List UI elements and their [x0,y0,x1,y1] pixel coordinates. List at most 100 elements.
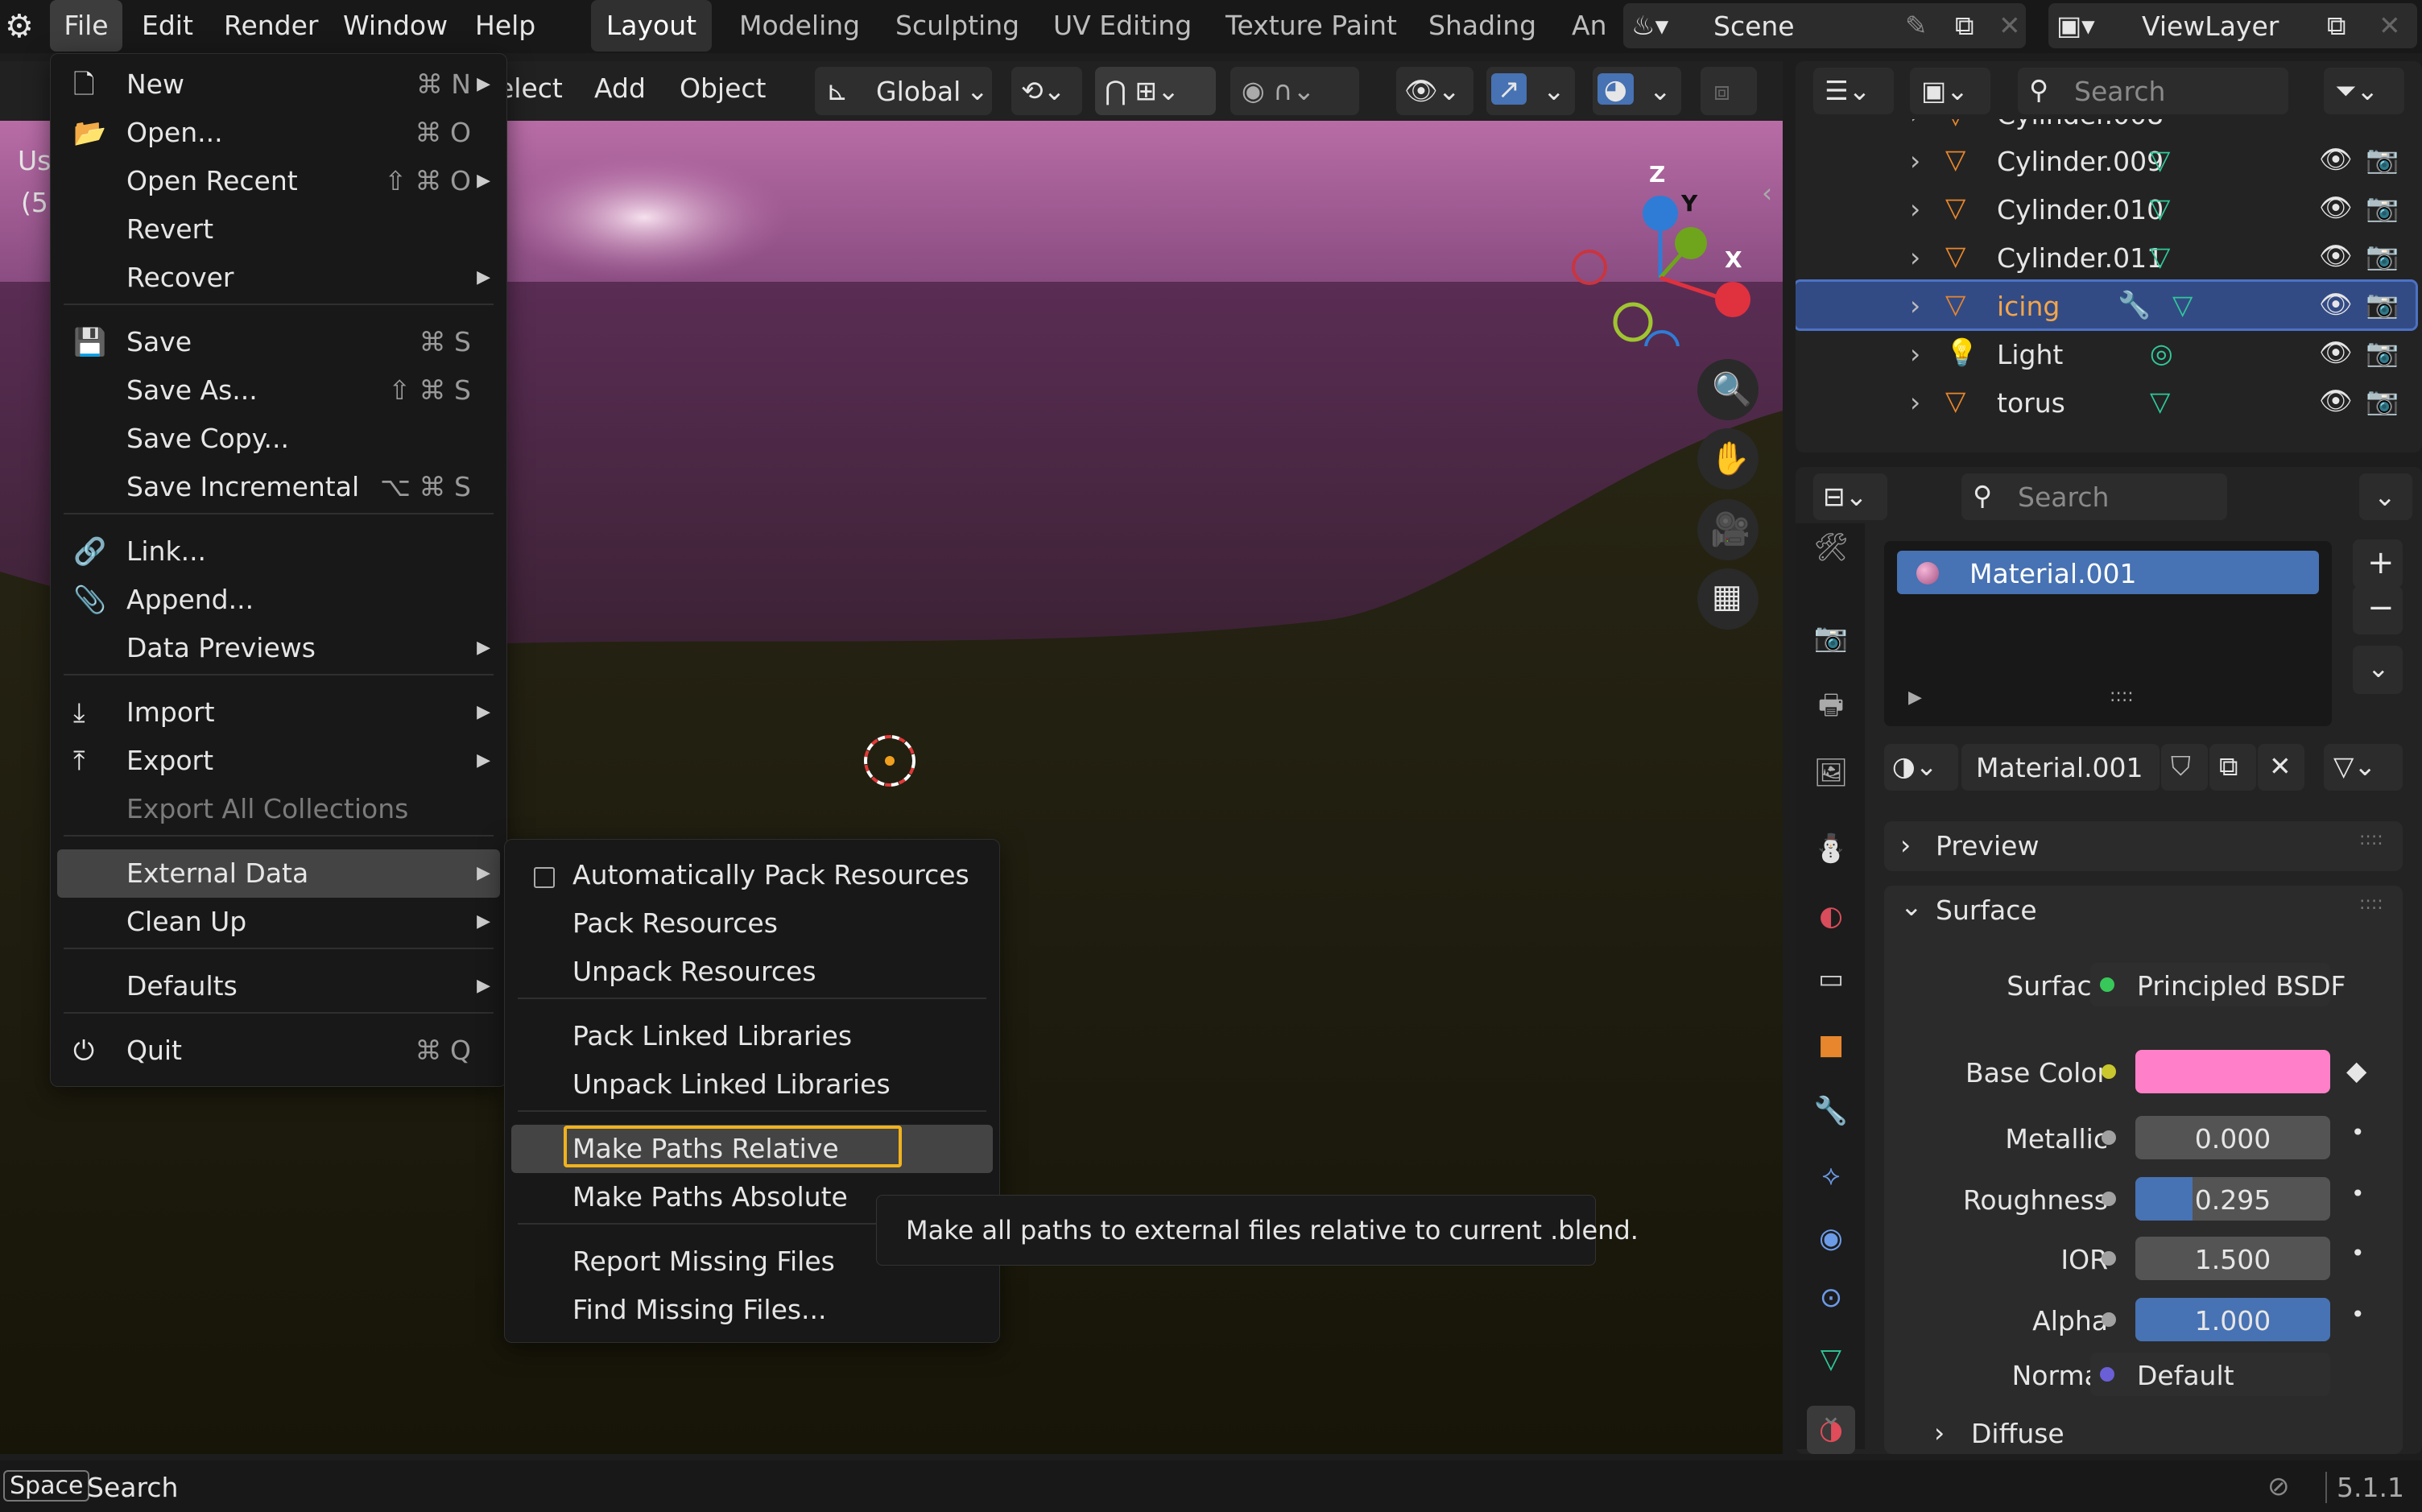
snap-toggle[interactable]: ⋂ ⊞⌄ [1095,67,1216,115]
chevron-right-icon[interactable]: › [1910,338,1920,370]
outliner-row[interactable]: › ▽ torus ▽ 👁 📷 [1796,378,2416,425]
material-slot-list[interactable]: Material.001 ▶ :::: [1884,541,2332,726]
outliner-row[interactable]: › 💡 Light ◎ 👁 📷 [1796,330,2416,377]
particles-tab-icon[interactable]: ⟡ [1807,1151,1855,1200]
data-tab-icon[interactable]: ▽ [1807,1335,1855,1383]
tool-tab-icon[interactable]: 🛠 [1807,523,1855,572]
render-tab-icon[interactable]: 📷 [1807,613,1855,662]
material-slot-item[interactable]: Material.001 [1897,551,2319,594]
file-menu-item-defaults[interactable]: Defaults ▶ [57,962,500,1010]
new-scene-icon[interactable]: ⧉ [1955,10,1974,42]
add-material-slot-button[interactable]: + [2353,539,2403,588]
play-icon[interactable]: ▶ [1908,688,1922,708]
remove-view-layer-icon[interactable]: ✕ [2379,10,2401,41]
file-menu-item-clean-up[interactable]: Clean Up ▶ [57,898,500,946]
xray-toggle[interactable]: ⧈ [1701,67,1757,115]
viewport-menu-add[interactable]: Add [594,72,646,104]
filter-dropdown[interactable]: ⏷⌄ [2324,68,2404,114]
tab-animation[interactable]: An [1572,0,1607,52]
material-name-field[interactable]: Material.001 [1961,744,2160,791]
scene-tab-icon[interactable]: ⛄ [1807,824,1855,873]
constraints-tab-icon[interactable]: ⊙ [1807,1274,1855,1322]
remove-scene-icon[interactable]: ✕ [1998,10,2021,41]
eye-icon[interactable]: 👁 [2319,337,2353,369]
pin-icon[interactable]: ✎ [1905,10,1928,41]
file-menu-item-export[interactable]: ⤒ Export ▶ [57,737,500,785]
tab-texture-paint[interactable]: Texture Paint [1225,0,1397,52]
external-menu-item-unpack-linked-libraries[interactable]: Unpack Linked Libraries [511,1060,993,1109]
metallic-slider[interactable]: 0.000 [2135,1116,2330,1159]
tab-uv-editing[interactable]: UV Editing [1053,0,1192,52]
properties-search-input[interactable]: ⚲ Search [1961,473,2227,520]
scene-selector[interactable]: ♨▾ Scene ✎ ⧉ ✕ [1623,3,2026,48]
file-menu-item-save-as[interactable]: Save As... ⇧ ⌘ S [57,366,500,415]
new-view-layer-icon[interactable]: ⧉ [2327,10,2346,42]
file-menu-item-revert[interactable]: Revert [57,205,500,254]
camera-render-icon[interactable]: 📷 [2366,192,2399,224]
browse-material-dropdown[interactable]: ◑⌄ [1884,744,1958,791]
blender-logo-icon[interactable]: ⚙ [5,8,34,45]
external-menu-item-unpack-resources[interactable]: Unpack Resources [511,948,993,996]
outliner-row[interactable]: › ▽ Cylinder.011 ▽ 👁 📷 [1796,233,2416,280]
animate-dot-icon[interactable]: • [2351,1301,2365,1328]
file-menu-item-save-incremental[interactable]: Save Incremental ⌥ ⌘ S [57,463,500,511]
file-menu-item-save-copy[interactable]: Save Copy... [57,415,500,463]
preview-panel-header[interactable]: › Preview :::: [1884,821,2403,871]
external-menu-item-find-missing-files[interactable]: Find Missing Files... [511,1286,993,1334]
camera-render-icon[interactable]: 📷 [2366,143,2399,176]
eye-icon[interactable]: 👁 [2319,143,2353,176]
menu-edit[interactable]: Edit [142,0,193,52]
file-menu-item-quit[interactable]: ⏻ Quit ⌘ Q [57,1027,500,1075]
eye-icon[interactable]: 👁 [2319,385,2353,417]
proportional-edit-toggle[interactable]: ◉ ∩⌄ [1230,67,1359,115]
keyframe-icon[interactable]: ◆ [2346,1055,2366,1086]
chevron-right-icon[interactable]: › [1910,193,1920,225]
camera-render-icon[interactable]: 📷 [2366,337,2399,369]
file-menu-item-open-recent[interactable]: Open Recent ⇧ ⌘ O ▶ [57,157,500,205]
resize-handle-icon[interactable]: :::: [2110,686,2134,706]
chevron-right-icon[interactable]: › [1910,145,1920,176]
animate-dot-icon[interactable]: • [2351,1119,2365,1146]
tab-modeling[interactable]: Modeling [739,0,860,52]
duplicate-material-button[interactable]: ⧉ [2209,744,2256,791]
material-link-dropdown[interactable]: ▽⌄ [2324,744,2403,791]
menu-help[interactable]: Help [475,0,535,52]
menu-render[interactable]: Render [224,0,318,52]
pan-button[interactable]: ✋ [1697,428,1759,490]
visibility-dropdown[interactable]: 👁⌄ [1396,67,1473,115]
collection-tab-icon[interactable]: ▭ [1807,955,1855,1003]
modifier-tab-icon[interactable]: 🔧 [1807,1087,1855,1135]
diffuse-subpanel-header[interactable]: › Diffuse [1916,1412,2367,1454]
normal-field[interactable]: Default [2090,1353,2330,1396]
external-menu-item-pack-resources[interactable]: Pack Resources [511,899,993,948]
unlink-material-button[interactable]: ✕ [2258,744,2304,791]
display-mode-dropdown[interactable]: ▣⌄ [1910,68,1990,114]
fake-user-button[interactable]: ⛉ [2161,744,2208,791]
world-tab-icon[interactable]: ◐ [1807,892,1855,940]
camera-view-button[interactable]: 🎥 [1697,499,1759,560]
outliner-row[interactable]: › ▽ Cylinder.009 ▽ 👁 📷 [1796,137,2416,184]
tab-shading[interactable]: Shading [1428,0,1536,52]
animate-dot-icon[interactable]: • [2351,1240,2365,1266]
file-menu-item-data-previews[interactable]: Data Previews ▶ [57,624,500,672]
camera-render-icon[interactable]: 📷 [2366,240,2399,272]
menu-window[interactable]: Window [343,0,448,52]
file-menu-item-save[interactable]: 💾 Save ⌘ S [57,318,500,366]
eye-icon[interactable]: 👁 [2319,288,2353,320]
camera-render-icon[interactable]: 📷 [2366,385,2399,417]
view-layer-selector[interactable]: ▣▾ ViewLayer ⧉ ✕ [2048,3,2417,48]
outliner-row[interactable]: › ▽ icing 🔧 ▽ 👁 📷 [1796,279,2418,331]
file-menu-item-new[interactable]: 🗋 New ⌘ N ▶ [57,60,500,109]
ior-slider[interactable]: 1.500 [2135,1237,2330,1280]
editor-type-dropdown[interactable]: ☰⌄ [1813,68,1894,114]
tab-sculpting[interactable]: Sculpting [895,0,1019,52]
outliner-search-input[interactable]: ⚲ Search [2018,68,2288,114]
roughness-slider[interactable]: 0.295 [2135,1177,2330,1221]
viewport-menu-select[interactable]: elect [498,72,563,104]
file-menu-item-link[interactable]: 🔗 Link... [57,527,500,576]
sidebar-toggle-icon[interactable]: ‹ [1762,177,1772,209]
alpha-slider[interactable]: 1.000 [2135,1298,2330,1341]
tab-layout[interactable]: Layout [591,0,712,52]
surface-shader-field[interactable]: Principled BSDF [2090,963,2346,1006]
drag-handle-icon[interactable]: :::: [2359,829,2383,849]
